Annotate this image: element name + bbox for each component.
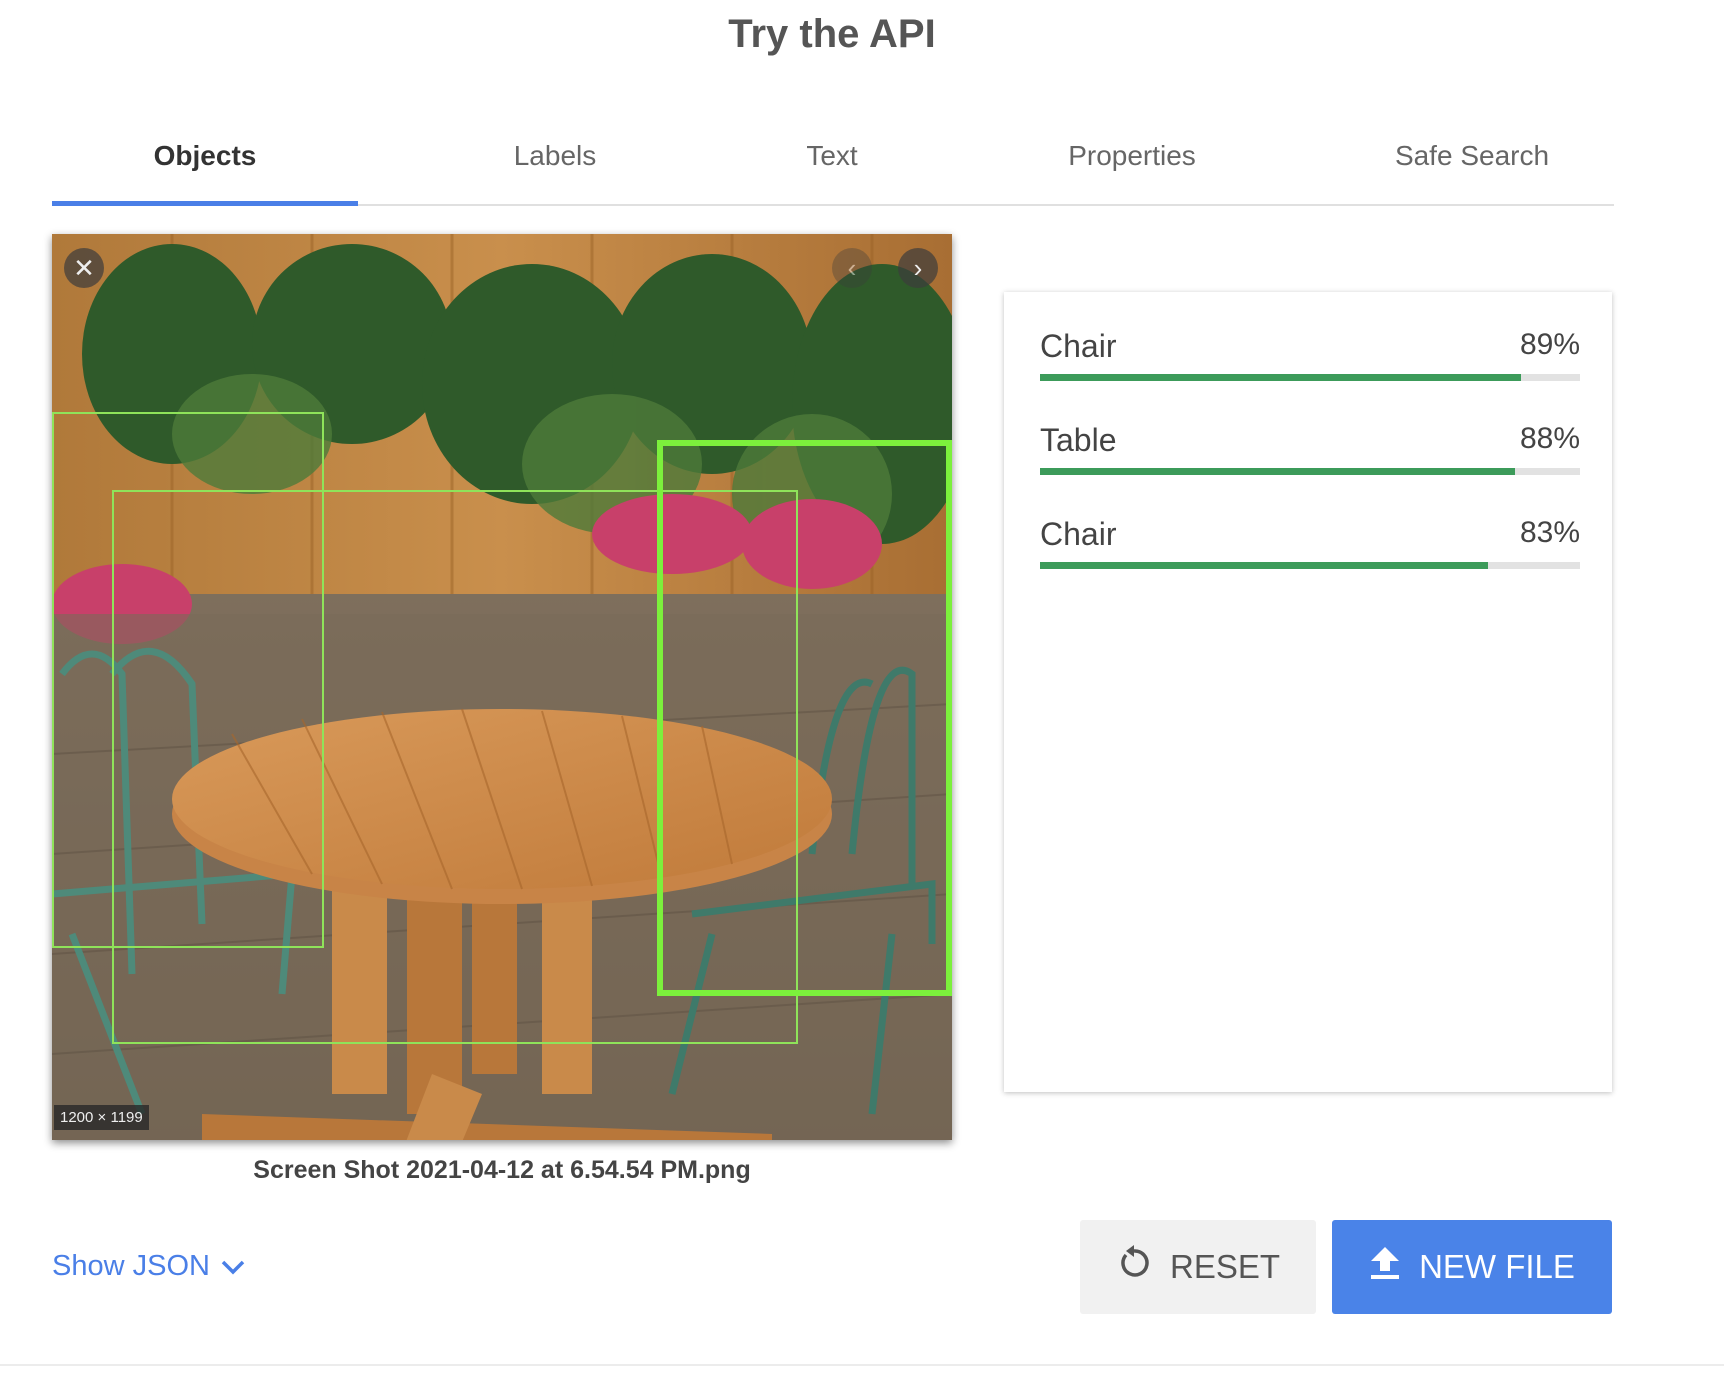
score-bar-fill xyxy=(1040,562,1489,569)
active-tab-indicator xyxy=(52,201,358,206)
file-name: Screen Shot 2021-04-12 at 6.54.54 PM.png xyxy=(253,1156,751,1184)
results-card: Chair 89% Table 88% Chair 83% xyxy=(1004,292,1612,1092)
analyzed-image-card: ✕ ‹ › 1200 × 1199 xyxy=(52,234,952,1140)
result-score: 83% xyxy=(1519,516,1580,549)
show-json-toggle[interactable]: Show JSON xyxy=(52,1250,246,1283)
chevron-left-icon[interactable]: ‹ xyxy=(832,248,872,288)
new-file-button-label: NEW FILE xyxy=(1419,1248,1575,1285)
result-score: 89% xyxy=(1519,328,1580,361)
tab-labels[interactable]: Labels xyxy=(412,140,698,172)
tab-bar: Objects Labels Text Properties Safe Sear… xyxy=(52,126,1614,206)
show-json-label: Show JSON xyxy=(52,1250,210,1282)
tab-safe-search[interactable]: Safe Search xyxy=(1302,140,1642,172)
tab-objects[interactable]: Objects xyxy=(52,140,358,172)
result-score: 88% xyxy=(1519,422,1580,455)
result-row[interactable]: Table 88% xyxy=(1040,422,1580,512)
reset-button[interactable]: RESET xyxy=(1080,1220,1316,1314)
page-title: Try the API xyxy=(728,12,936,56)
result-label: Chair xyxy=(1040,516,1117,552)
score-bar-track xyxy=(1040,468,1580,475)
reset-icon xyxy=(1116,1245,1152,1289)
chevron-right-icon[interactable]: › xyxy=(898,248,938,288)
score-bar-fill xyxy=(1040,374,1521,381)
result-row[interactable]: Chair 89% xyxy=(1040,328,1580,418)
image-dimensions-badge: 1200 × 1199 xyxy=(54,1105,149,1130)
new-file-button[interactable]: NEW FILE xyxy=(1332,1220,1612,1314)
chevron-down-icon xyxy=(220,1250,246,1283)
tab-properties[interactable]: Properties xyxy=(982,140,1282,172)
result-row[interactable]: Chair 83% xyxy=(1040,516,1580,606)
reset-button-label: RESET xyxy=(1169,1248,1281,1285)
bottom-divider xyxy=(0,1364,1724,1366)
bounding-box-chair-right[interactable] xyxy=(657,440,952,996)
close-icon[interactable]: ✕ xyxy=(64,248,104,288)
result-label: Table xyxy=(1040,422,1117,458)
score-bar-fill xyxy=(1040,468,1516,475)
score-bar-track xyxy=(1040,562,1580,569)
score-bar-track xyxy=(1040,374,1580,381)
tab-text[interactable]: Text xyxy=(702,140,962,172)
result-label: Chair xyxy=(1040,328,1117,364)
upload-icon xyxy=(1369,1245,1401,1289)
